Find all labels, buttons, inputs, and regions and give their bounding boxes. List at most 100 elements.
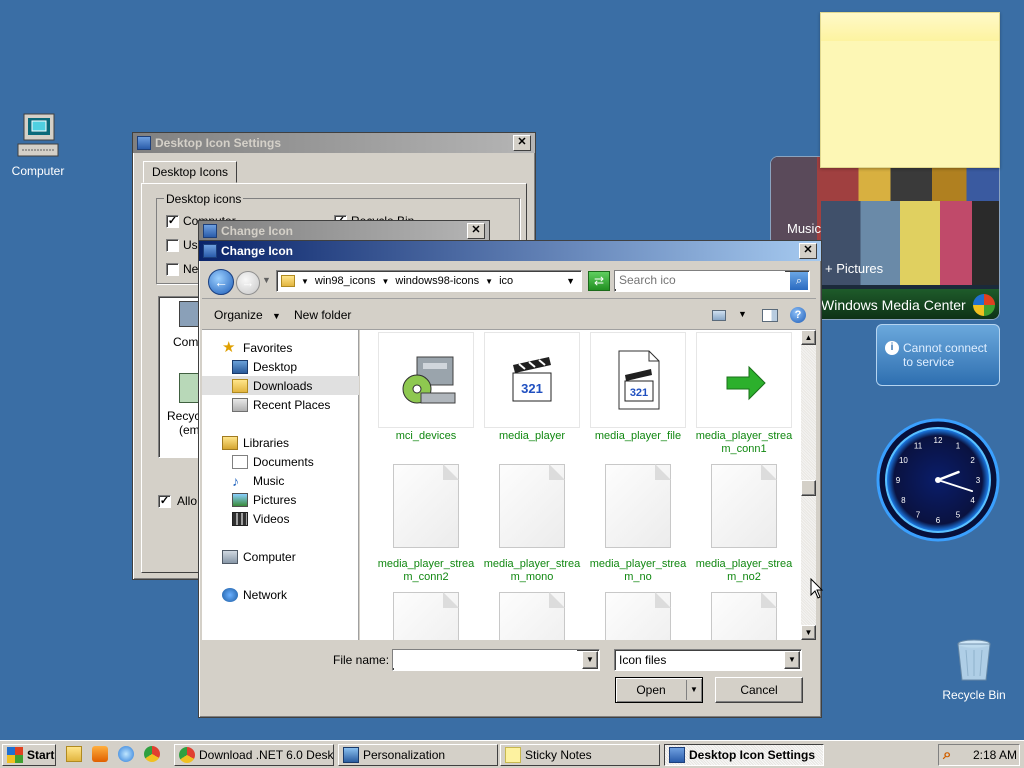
cancel-button[interactable]: Cancel — [715, 677, 803, 703]
desktop-icon-recycle-bin[interactable]: Recycle Bin — [936, 636, 1012, 702]
blank-file-icon[interactable] — [711, 592, 777, 640]
nav-desktop[interactable]: Desktop — [202, 357, 359, 376]
clock-numeral: 12 — [934, 436, 943, 445]
view-dropdown-icon[interactable]: ▼ — [738, 309, 747, 319]
change-icon-dialog[interactable]: Change Icon ✕ ← → ▼ ▼ win98_icons ▼ wind… — [198, 240, 822, 718]
start-button[interactable]: Start — [2, 744, 56, 766]
file-list[interactable]: 321 321 mci_devices media_player media_p… — [360, 330, 801, 640]
blank-file-icon[interactable] — [711, 464, 777, 548]
nav-libraries[interactable]: Libraries — [202, 433, 359, 452]
checkbox-user-box[interactable] — [166, 238, 179, 252]
close-icon[interactable]: ✕ — [799, 243, 817, 259]
close-icon[interactable]: ✕ — [513, 135, 531, 151]
computer-icon — [14, 112, 62, 160]
file-type-select[interactable]: Icon files ▼ — [614, 649, 802, 671]
file-name-combobox[interactable]: ▼ — [392, 649, 600, 671]
forward-button[interactable]: → — [236, 271, 260, 295]
breadcrumb-item[interactable]: ico — [499, 275, 513, 287]
file-tile-media-player-file[interactable]: 321 — [590, 332, 686, 428]
change-icon-back-titlebar[interactable]: Change Icon ✕ — [199, 221, 489, 241]
view-options-icon[interactable] — [712, 310, 726, 321]
taskbar: Start Download .NET 6.0 Deskt... Persona… — [0, 740, 1024, 768]
history-dropdown-icon[interactable]: ▼ — [262, 275, 271, 285]
nav-pictures[interactable]: Pictures — [202, 490, 359, 509]
file-tile-media-player[interactable]: 321 — [484, 332, 580, 428]
nav-downloads[interactable]: Downloads — [202, 376, 359, 395]
checkbox-allow-box[interactable]: ✓ — [158, 494, 171, 508]
blank-file-icon[interactable] — [393, 464, 459, 548]
computer-icon — [222, 549, 238, 564]
start-label: Start — [27, 748, 55, 762]
nav-computer[interactable]: Computer — [202, 547, 359, 566]
blank-file-icon[interactable] — [605, 464, 671, 548]
search-box[interactable]: ⌕ — [614, 270, 810, 292]
clock-numeral: 4 — [970, 496, 975, 505]
chrome-icon[interactable] — [144, 746, 160, 762]
desktop-icon-settings-titlebar[interactable]: Desktop Icon Settings ✕ — [133, 133, 535, 153]
back-button[interactable]: ← — [208, 269, 234, 295]
open-button[interactable]: Open ▼ — [615, 677, 703, 703]
checkbox-allow-themes[interactable]: ✓ Allo — [158, 494, 197, 508]
libraries-icon — [222, 435, 238, 450]
file-type-dropdown-button[interactable]: ▼ — [784, 651, 800, 669]
nav-recent-places[interactable]: Recent Places — [202, 395, 359, 414]
file-label: media_player_file — [594, 430, 682, 442]
nav-music[interactable]: ♪ Music — [202, 471, 359, 490]
desktop-icon-computer[interactable]: Computer — [0, 112, 76, 178]
nav-documents[interactable]: Documents — [202, 452, 359, 471]
help-icon[interactable]: ? — [790, 307, 806, 323]
file-tile-media-player-stream-conn1[interactable] — [696, 332, 792, 428]
task-label: Personalization — [363, 748, 446, 762]
refresh-button[interactable]: ⇄ — [588, 271, 610, 291]
pictures-icon — [232, 492, 248, 507]
search-icon[interactable]: ⌕ — [790, 272, 808, 290]
nav-videos[interactable]: Videos — [202, 509, 359, 528]
scroll-up-button[interactable]: ▲ — [801, 330, 816, 345]
blank-file-icon[interactable] — [393, 592, 459, 640]
clock-gadget[interactable]: 1 2 3 4 5 6 7 8 9 10 11 12 — [876, 418, 1000, 542]
checkbox-user[interactable]: Us — [166, 238, 198, 252]
task-personalization[interactable]: Personalization — [338, 744, 498, 766]
file-name-dropdown-button[interactable]: ▼ — [582, 651, 598, 669]
organize-button[interactable]: Organize ▼ — [214, 308, 281, 322]
search-input[interactable] — [615, 271, 785, 289]
address-dropdown-icon[interactable]: ▼ — [566, 276, 575, 286]
search-icon[interactable]: ⌕ — [943, 747, 959, 763]
new-folder-button[interactable]: New folder — [294, 308, 351, 322]
address-bar[interactable]: ▼ win98_icons ▼ windows98-icons ▼ ico ▼ — [276, 270, 582, 292]
clock-time[interactable]: 2:18 AM — [973, 748, 1017, 762]
checkbox-network-box[interactable] — [166, 262, 179, 276]
breadcrumb-item[interactable]: windows98-icons — [395, 275, 479, 287]
cd-gears-icon — [402, 356, 456, 404]
file-name-input[interactable] — [393, 650, 577, 668]
close-icon[interactable]: ✕ — [467, 223, 485, 239]
blank-file-icon[interactable] — [499, 592, 565, 640]
breadcrumb-item[interactable]: win98_icons — [315, 275, 376, 287]
preview-pane-icon[interactable] — [762, 309, 778, 322]
scroll-down-button[interactable]: ▼ — [801, 625, 816, 640]
media-center-title: Windows Media Center — [821, 297, 966, 313]
file-tile-mci-devices[interactable] — [378, 332, 474, 428]
folder-icon[interactable] — [66, 746, 82, 762]
sticky-note-text[interactable] — [821, 41, 999, 49]
tab-desktop-icons[interactable]: Desktop Icons — [143, 161, 238, 183]
blank-file-icon[interactable] — [605, 592, 671, 640]
checkbox-network[interactable]: Ne — [166, 262, 198, 276]
navigation-pane[interactable]: ★ Favorites Desktop Downloads Recent Pla… — [202, 330, 359, 640]
sticky-note[interactable] — [820, 12, 1000, 168]
task-sticky-notes[interactable]: Sticky Notes — [500, 744, 660, 766]
nav-network[interactable]: Network — [202, 585, 359, 604]
address-navbar: ← → ▼ ▼ win98_icons ▼ windows98-icons ▼ … — [202, 265, 816, 299]
media-center-status-gadget[interactable]: i Cannot connect to service — [876, 324, 1000, 386]
scroll-thumb[interactable] — [801, 480, 816, 496]
task-desktop-icon-settings[interactable]: Desktop Icon Settings — [664, 744, 824, 766]
change-icon-window-back[interactable]: Change Icon ✕ — [198, 220, 490, 242]
change-icon-titlebar[interactable]: Change Icon ✕ — [199, 241, 821, 261]
media-player-icon[interactable] — [92, 746, 108, 762]
checkbox-computer-box[interactable]: ✓ — [166, 214, 179, 228]
task-download-dotnet[interactable]: Download .NET 6.0 Deskt... — [174, 744, 334, 766]
ie-icon[interactable] — [118, 746, 134, 762]
blank-file-icon[interactable] — [499, 464, 565, 548]
open-dropdown-icon[interactable]: ▼ — [690, 678, 698, 702]
nav-favorites[interactable]: ★ Favorites — [202, 338, 359, 357]
